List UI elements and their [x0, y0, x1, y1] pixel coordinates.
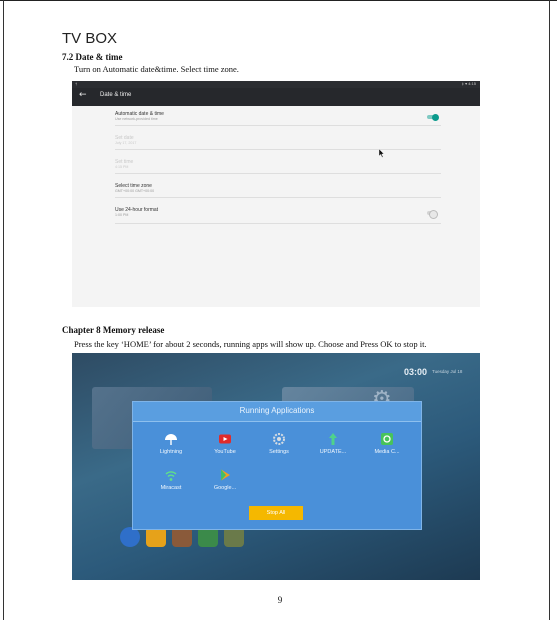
running-apps-screenshot: ⚙ 03:00 Tuesday Jul 18 Running Applicati…: [72, 353, 480, 580]
app-bar: ← Date & time: [72, 88, 480, 106]
media-center-icon: [381, 433, 393, 445]
app-label: Media C...: [374, 449, 400, 455]
dock-media-icon: [172, 527, 192, 547]
setting-subtitle: Use network-provided time: [115, 117, 158, 121]
status-left-indicator: †: [75, 81, 78, 86]
app-label: Lightning: [159, 449, 183, 455]
settings-gear-icon: [273, 433, 285, 445]
24-hour-format-toggle[interactable]: [427, 209, 438, 219]
stop-all-button[interactable]: Stop All: [249, 506, 303, 520]
youtube-icon: [219, 434, 231, 444]
running-app-lightning[interactable]: Lightning: [147, 432, 195, 455]
dock-folder-icon: [146, 527, 166, 547]
running-applications-dialog: Running Applications Lightning YouTube S…: [132, 401, 422, 530]
page-border-left: [3, 0, 4, 620]
app-label: UPDATE...: [319, 449, 347, 455]
setting-subtitle: 1:00 PM: [115, 213, 129, 217]
section-heading-memory-release: Chapter 8 Memory release: [62, 325, 165, 335]
page-border-right: [549, 0, 550, 620]
setting-row-select-time-zone[interactable]: Select time zone GMT+00:00 GMT+00:00: [115, 180, 441, 198]
dialog-header: Running Applications: [133, 402, 421, 422]
running-app-youtube[interactable]: YouTube: [201, 432, 249, 455]
date-time-settings-screenshot: † ‡ ▾ 4:15 ← Date & time Automatic date …: [72, 81, 480, 307]
app-label: Settings: [269, 449, 289, 455]
tv-date: Tuesday Jul 18: [432, 369, 463, 374]
status-bar: † ‡ ▾ 4:15: [72, 81, 480, 88]
section-body-memory-release: Press the key ‘HOME’ for about 2 seconds…: [74, 339, 427, 349]
running-app-google-play[interactable]: Google...: [201, 468, 249, 491]
running-app-settings[interactable]: Settings: [255, 432, 303, 455]
dock-add-icon: [224, 527, 244, 547]
dock-play-icon: [120, 527, 140, 547]
page-border-top: [0, 0, 557, 1]
section-heading-date-time: 7.2 Date & time: [62, 52, 123, 62]
app-label: YouTube: [214, 449, 236, 455]
settings-screen-title: Date & time: [100, 92, 132, 98]
running-app-update[interactable]: UPDATE...: [309, 432, 357, 455]
back-arrow-icon[interactable]: ←: [79, 90, 87, 100]
update-icon: [329, 433, 337, 445]
app-label: Google...: [213, 485, 237, 491]
setting-row-set-time[interactable]: Set time 4:15 PM: [115, 156, 441, 174]
mouse-pointer-icon: [379, 149, 385, 158]
setting-row-set-date[interactable]: Set date July 17, 2017: [115, 132, 441, 150]
running-app-miracast[interactable]: Miracast: [147, 468, 195, 491]
app-label: Miracast: [160, 485, 182, 491]
dock-store-icon: [198, 527, 218, 547]
tv-clock: 03:00: [404, 367, 428, 377]
setting-row-automatic-date-time[interactable]: Automatic date & time Use network-provid…: [115, 108, 441, 126]
setting-subtitle: GMT+00:00 GMT+00:00: [115, 189, 155, 193]
running-app-media-center[interactable]: Media C...: [363, 432, 411, 455]
document-header-title: TV BOX: [62, 30, 118, 47]
automatic-date-time-toggle[interactable]: [427, 113, 439, 121]
miracast-icon: [165, 471, 177, 481]
page-number: 9: [277, 595, 283, 605]
setting-row-24-hour-format[interactable]: Use 24-hour format 1:00 PM: [115, 204, 441, 224]
lightning-icon: [165, 434, 177, 445]
section-body-date-time: Turn on Automatic date&time. Select time…: [74, 64, 239, 74]
dialog-title: Running Applications: [239, 406, 315, 415]
setting-subtitle: July 17, 2017: [115, 141, 137, 145]
status-clock: ‡ ▾ 4:15: [461, 81, 476, 86]
setting-subtitle: 4:15 PM: [115, 165, 129, 169]
google-play-icon: [221, 469, 230, 481]
